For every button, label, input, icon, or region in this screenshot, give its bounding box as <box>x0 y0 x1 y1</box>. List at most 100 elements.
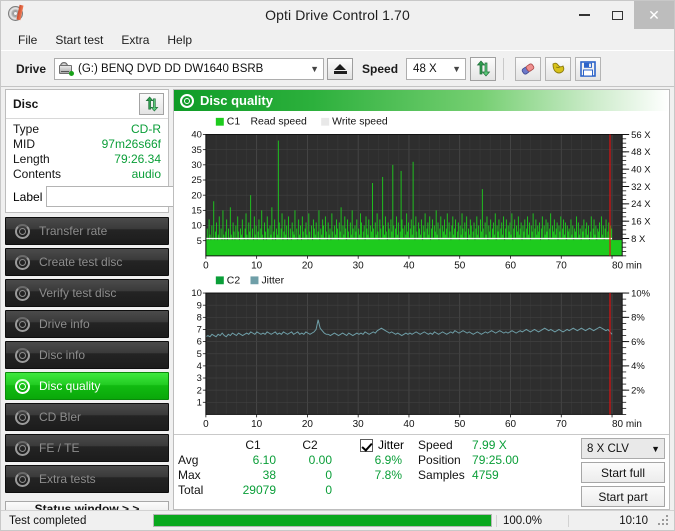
disc-row-contents-key: Contents <box>13 167 62 181</box>
optical-drive-icon <box>58 61 75 76</box>
svg-text:Jitter: Jitter <box>261 275 284 286</box>
svg-text:4: 4 <box>197 361 202 371</box>
svg-text:8 X: 8 X <box>631 234 646 244</box>
sidebar-item-disc-quality[interactable]: Disc quality <box>5 372 169 400</box>
disc-row-type-value: CD-R <box>131 122 161 136</box>
stats-c2-avg: 0.00 <box>308 453 332 467</box>
toolbar: Drive (G:) BENQ DVD DD DW1640 BSRB ▼ Spe… <box>1 51 674 87</box>
eject-icon <box>333 63 347 74</box>
sidebar-item-label: Drive info <box>39 317 90 331</box>
stats-c1-max: 38 <box>262 468 276 482</box>
disc-quality-icon <box>14 378 31 395</box>
svg-text:1: 1 <box>197 397 202 407</box>
svg-text:48 X: 48 X <box>631 147 651 157</box>
svg-text:C1: C1 <box>227 117 241 128</box>
svg-text:25: 25 <box>191 175 202 185</box>
panel-title: Disc quality <box>200 93 273 108</box>
chevron-down-icon: ▼ <box>452 63 461 74</box>
stats-col-c2: C2 <box>302 438 318 452</box>
menu-bar: File Start test Extra Help <box>1 29 674 51</box>
speed-select-value: 48 X <box>413 62 437 75</box>
drive-select[interactable]: (G:) BENQ DVD DD DW1640 BSRB ▼ <box>54 57 325 80</box>
eraser-icon <box>521 62 535 75</box>
stats-row-total: Total <box>178 483 204 497</box>
sidebar-item-cd-bler[interactable]: CD Bler <box>5 403 169 431</box>
start-full-button[interactable]: Start full <box>581 462 665 483</box>
svg-text:0: 0 <box>203 419 209 430</box>
disc-row-mid-key: MID <box>13 137 35 151</box>
svg-text:80 min: 80 min <box>612 419 642 430</box>
stats-row-avg: Avg <box>178 453 199 467</box>
menu-file[interactable]: File <box>9 31 46 49</box>
progress-bar <box>153 514 492 527</box>
menu-extra[interactable]: Extra <box>112 31 158 49</box>
svg-text:20: 20 <box>191 190 202 200</box>
disc-row-length: Length 79:26.34 <box>13 152 161 167</box>
drive-label: Drive <box>16 61 47 76</box>
stats-col-c1: C1 <box>245 438 261 452</box>
disc-quality-header: Disc quality <box>174 90 669 111</box>
refresh-button[interactable] <box>470 56 497 81</box>
start-part-button[interactable]: Start part <box>581 486 665 507</box>
disc-info-box: Disc Type CD-R MID 97m26s66f Length 79:2… <box>5 89 251 213</box>
jitter-checkbox[interactable] <box>360 439 373 452</box>
speed-stat-value: 7.99 X <box>472 438 507 452</box>
disc-row-mid: MID 97m26s66f <box>13 137 161 152</box>
svg-text:40 X: 40 X <box>631 165 651 175</box>
progress-bar-fill <box>154 515 491 526</box>
disc-info-icon <box>14 316 31 333</box>
disc-refresh-button[interactable] <box>139 93 164 115</box>
menu-start-test[interactable]: Start test <box>46 31 112 49</box>
sidebar-item-drive-info[interactable]: Drive info <box>5 310 169 338</box>
disc-info-icon <box>14 347 31 364</box>
sidebar-item-extra-tests[interactable]: Extra tests <box>5 465 169 493</box>
svg-text:5: 5 <box>197 349 202 359</box>
window-title: Opti Drive Control 1.70 <box>265 7 410 23</box>
svg-text:3: 3 <box>197 373 202 383</box>
svg-text:2: 2 <box>197 385 202 395</box>
erase-button[interactable] <box>515 56 542 81</box>
bookmark-button[interactable] <box>545 56 572 81</box>
svg-text:30: 30 <box>191 160 202 170</box>
sidebar-item-verify-test-disc[interactable]: Verify test disc <box>5 279 169 307</box>
stats-c1-total: 29079 <box>242 483 276 497</box>
sidebar-item-label: Verify test disc <box>39 286 117 300</box>
disc-row-mid-value: 97m26s66f <box>101 137 161 151</box>
svg-text:10: 10 <box>191 288 202 298</box>
svg-text:10: 10 <box>251 261 263 272</box>
stats-panel: C1 C2 Avg 6.10 0.00 Max 38 0 Total 29079… <box>174 434 669 509</box>
stats-c2-max: 0 <box>325 468 332 482</box>
error-stats-table: C1 C2 Avg 6.10 0.00 Max 38 0 Total 29079… <box>178 438 338 498</box>
resize-grip-icon[interactable] <box>658 514 670 527</box>
svg-text:6: 6 <box>197 337 202 347</box>
disc-quality-plots[interactable]: C1 Read speed Write speed5101520253035408 … <box>174 111 669 434</box>
disc-icon <box>14 223 31 240</box>
elapsed-time: 10:10 <box>568 514 658 527</box>
left-panel: Disc Type CD-R MID 97m26s66f Length 79:2… <box>1 87 251 517</box>
disc-icon <box>14 409 31 426</box>
sidebar-item-create-test-disc[interactable]: Create test disc <box>5 248 169 276</box>
clv-speed-select[interactable]: 8 X CLV ▼ <box>581 438 665 459</box>
menu-help[interactable]: Help <box>158 31 201 49</box>
speed-select[interactable]: 48 X ▼ <box>406 57 467 80</box>
sidebar-item-disc-info[interactable]: Disc info <box>5 341 169 369</box>
speed-stat-label: Speed <box>418 438 453 452</box>
sidebar-item-fe-te[interactable]: FE / TE <box>5 434 169 462</box>
disc-box-header: Disc <box>6 90 168 119</box>
samples-stat-label: Samples <box>418 468 465 482</box>
sidebar-item-transfer-rate[interactable]: Transfer rate <box>5 217 169 245</box>
svg-text:20: 20 <box>302 261 314 272</box>
charts-area: C1 Read speed Write speed 5 10 15 20 25 30 35 40 8 … <box>174 111 669 434</box>
eject-button[interactable] <box>327 57 354 80</box>
bookmark-icon <box>552 62 564 74</box>
jitter-stats: Jitter 6.9% 7.8% <box>360 438 404 483</box>
svg-text:2%: 2% <box>631 386 645 396</box>
disc-label-key: Label <box>13 189 43 204</box>
disc-write-icon <box>14 254 31 271</box>
jitter-toggle[interactable]: Jitter <box>360 438 404 453</box>
stats-c2-total: 0 <box>325 483 332 497</box>
refresh-arrows-icon <box>476 60 490 77</box>
stats-row-max: Max <box>178 468 201 482</box>
sidebar-nav: Transfer rate Create test disc Verify te… <box>5 217 169 493</box>
save-button[interactable] <box>575 56 602 81</box>
